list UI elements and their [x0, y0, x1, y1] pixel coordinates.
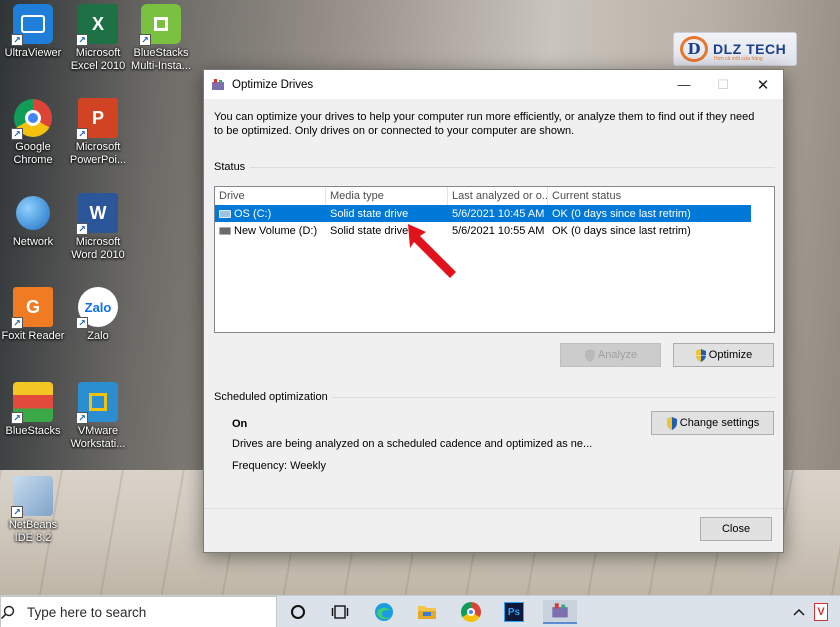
close-button[interactable]: Close [700, 517, 772, 541]
analyze-button: Analyze [560, 343, 661, 367]
desktop-icon-label: BlueStacks Multi-Insta... [131, 47, 191, 72]
powerpoint-icon: P ↗ [76, 98, 118, 140]
optimize-drives-icon [211, 78, 225, 92]
desktop-icon-chrome[interactable]: ↗ Google Chrome [0, 98, 66, 167]
ultraviewer-icon: ↗ [11, 4, 53, 46]
tray-app-icon[interactable]: V [808, 600, 834, 624]
drive-row-d[interactable]: New Volume (D:) Solid state drive 5/6/20… [215, 222, 774, 239]
desktop-icon-vmware[interactable]: ↗ VMware Workstati... [65, 382, 131, 451]
dialog-titlebar[interactable]: Optimize Drives — ☐ ✕ [204, 70, 783, 99]
hdd-drive-icon [219, 226, 231, 235]
search-placeholder: Type here to search [27, 604, 147, 620]
search-icon [0, 605, 15, 620]
desktop-icon-excel[interactable]: X ↗ Microsoft Excel 2010 [65, 4, 131, 73]
uac-shield-icon [695, 348, 707, 362]
column-media-type[interactable]: Media type [326, 187, 448, 205]
foxit-reader-icon: G ↗ [11, 287, 53, 329]
optimize-drives-dialog: Optimize Drives — ☐ ✕ You can optimize y… [203, 69, 784, 553]
current-status-cell: OK (0 days since last retrim) [552, 207, 691, 220]
bluestacks-icon: ↗ [11, 382, 53, 424]
current-status-cell: OK (0 days since last retrim) [552, 224, 691, 237]
scheduled-state: On [232, 418, 248, 430]
drives-list-header: Drive Media type Last analyzed or o... C… [215, 187, 774, 205]
maximize-button: ☐ [717, 76, 729, 92]
task-view-icon[interactable] [327, 600, 353, 624]
desktop-icon-label: NetBeans IDE 8.2 [8, 519, 58, 544]
minimize-button[interactable]: — [663, 70, 705, 99]
desktop-icon-zalo[interactable]: Zalo ↗ Zalo [65, 287, 131, 343]
optimize-button[interactable]: Optimize [673, 343, 774, 367]
scheduled-description: Drives are being analyzed on a scheduled… [232, 438, 593, 450]
logo-letter: D [680, 36, 708, 62]
desktop-icon-label: VMware Workstati... [70, 425, 126, 450]
desktop-icon-label: Microsoft PowerPoi... [69, 141, 127, 166]
column-last-analyzed[interactable]: Last analyzed or o... [448, 187, 548, 205]
desktop-icon-network[interactable]: Network [0, 193, 66, 249]
column-drive[interactable]: Drive [215, 187, 326, 205]
vmware-icon: ↗ [76, 382, 118, 424]
desktop-icon-label: Network [12, 236, 54, 248]
desktop-icon-word[interactable]: W ↗ Microsoft Word 2010 [65, 193, 131, 262]
change-settings-button[interactable]: Change settings [651, 411, 774, 435]
scheduled-frequency: Frequency: Weekly [232, 460, 326, 472]
status-separator [250, 167, 775, 168]
taskbar-search[interactable]: Type here to search [0, 596, 277, 627]
red-arrow-annotation [408, 224, 456, 278]
logo-slogan: Hơn cả một cửa hàng [714, 56, 763, 62]
desktop-icon-ultraviewer[interactable]: ↗ UltraViewer [0, 4, 66, 60]
zalo-icon: Zalo ↗ [76, 287, 118, 329]
desktop-icon-label: Google Chrome [13, 141, 53, 166]
column-current-status[interactable]: Current status [548, 187, 708, 205]
logo-text: DLZ TECH [713, 41, 787, 57]
drive-name-cell: New Volume (D:) [215, 225, 326, 237]
status-label: Status [214, 161, 246, 173]
desktop-icon-foxit[interactable]: G ↗ Foxit Reader [0, 287, 66, 343]
optimize-drives-taskbar-button[interactable] [543, 600, 577, 624]
scheduled-optimization-label: Scheduled optimization [214, 391, 328, 403]
desktop-icon-bluestacks-multi[interactable]: ↗ BlueStacks Multi-Insta... [128, 4, 194, 73]
drives-list[interactable]: Drive Media type Last analyzed or o... C… [214, 186, 775, 333]
network-icon [13, 193, 53, 233]
desktop-icon-label: Microsoft Excel 2010 [70, 47, 126, 72]
dlz-tech-logo: D DLZ TECH Hơn cả một cửa hàng [673, 32, 797, 66]
drive-name-cell: OS (C:) [215, 208, 326, 220]
dialog-footer: Close [204, 508, 783, 552]
desktop-icon-powerpoint[interactable]: P ↗ Microsoft PowerPoi... [65, 98, 131, 167]
chrome-icon[interactable] [458, 600, 484, 624]
uac-shield-icon [584, 348, 596, 362]
desktop-icon-label: Zalo [87, 330, 109, 342]
taskbar: Type here to search Ps V [0, 595, 840, 627]
netbeans-icon: ↗ [11, 476, 53, 518]
excel-icon: X ↗ [76, 4, 118, 46]
desktop-icon-bluestacks[interactable]: ↗ BlueStacks [0, 382, 66, 438]
drive-row-c[interactable]: OS (C:) Solid state drive 5/6/2021 10:45… [215, 205, 751, 222]
desktop-icon-label: UltraViewer [4, 47, 62, 59]
scheduled-separator [332, 397, 775, 398]
dialog-description: You can optimize your drives to help you… [214, 111, 755, 137]
last-analyzed-cell: 5/6/2021 10:55 AM [452, 224, 545, 237]
photoshop-icon[interactable]: Ps [501, 600, 527, 624]
file-explorer-icon[interactable] [414, 600, 440, 624]
ssd-drive-icon [219, 209, 231, 218]
dialog-title: Optimize Drives [232, 78, 314, 91]
desktop-icon-label: BlueStacks [5, 425, 61, 437]
desktop-icon-netbeans[interactable]: ↗ NetBeans IDE 8.2 [0, 476, 66, 545]
word-icon: W ↗ [76, 193, 118, 235]
uac-shield-icon [666, 416, 678, 430]
desktop-icon-label: Microsoft Word 2010 [71, 236, 125, 261]
chrome-icon: ↗ [11, 98, 53, 140]
cortana-icon[interactable] [285, 600, 311, 624]
media-type-cell: Solid state drive [330, 207, 409, 220]
desktop-icon-label: Foxit Reader [1, 330, 65, 342]
last-analyzed-cell: 5/6/2021 10:45 AM [452, 207, 545, 220]
bluestacks-multi-icon: ↗ [139, 4, 181, 46]
edge-icon[interactable] [371, 600, 397, 624]
close-window-button[interactable]: ✕ [742, 70, 784, 99]
